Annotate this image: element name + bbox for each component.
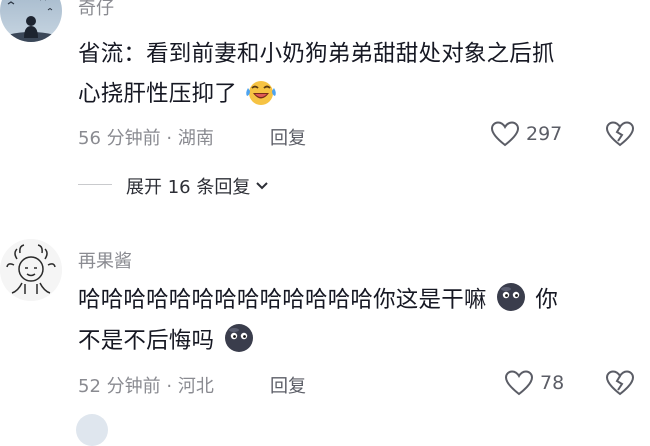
expand-divider xyxy=(78,184,112,185)
expand-replies-button[interactable]: 展开 16 条回复 xyxy=(126,173,270,199)
like-button[interactable] xyxy=(490,120,520,152)
heart-outline-icon xyxy=(504,370,534,396)
comment-username[interactable]: 奇仔 xyxy=(78,0,114,20)
comment-text-line-2-text: 不是不后悔吗 xyxy=(78,328,215,354)
broken-heart-icon xyxy=(605,370,635,396)
dark-blob-face-emoji-icon xyxy=(494,281,528,325)
reply-button[interactable]: 回复 xyxy=(270,372,306,398)
comment-time: 56 分钟前 xyxy=(78,128,161,149)
reply-button[interactable]: 回复 xyxy=(270,124,306,150)
avatar-night-sky-image xyxy=(0,0,62,42)
heart-outline-icon xyxy=(490,121,520,147)
comment-location: 湖南 xyxy=(177,128,214,149)
meta-separator: · xyxy=(166,376,178,397)
comment-location: 河北 xyxy=(177,376,214,397)
user-avatar[interactable] xyxy=(76,414,108,446)
meta-separator: · xyxy=(166,128,178,149)
user-avatar[interactable] xyxy=(0,239,62,301)
comment-text-line-1: 省流：看到前妻和小奶狗弟弟甜甜处对象之后抓 xyxy=(78,41,555,67)
comment-meta: 52 分钟前 · 河北 xyxy=(78,372,214,398)
broken-heart-icon xyxy=(605,121,635,147)
dark-blob-face-emoji-icon xyxy=(222,322,256,366)
avatar-sketch-image xyxy=(0,239,62,301)
expand-replies-label: 展开 16 条回复 xyxy=(126,177,251,198)
comment-username[interactable]: 再果酱 xyxy=(78,247,132,273)
comment-text-line-1-text: 哈哈哈哈哈哈哈哈哈哈哈哈哈你这是干嘛 xyxy=(78,287,487,313)
chevron-down-icon xyxy=(254,177,270,196)
comment-text-line-2: 心挠肝性压抑了 xyxy=(78,76,278,119)
dislike-button[interactable] xyxy=(605,120,635,152)
comment-text-line-2: 不是不后悔吗 xyxy=(78,322,256,366)
comment-text-line-1: 哈哈哈哈哈哈哈哈哈哈哈哈哈你这是干嘛 你 xyxy=(78,281,558,325)
comment-time: 52 分钟前 xyxy=(78,376,161,397)
comment-text-line-2-text: 心挠肝性压抑了 xyxy=(78,81,237,107)
dislike-button[interactable] xyxy=(605,369,635,401)
like-count: 78 xyxy=(540,372,565,394)
comment-text-line-1-tail: 你 xyxy=(535,287,559,313)
user-avatar[interactable] xyxy=(0,0,62,42)
comment-meta: 56 分钟前 · 湖南 xyxy=(78,124,214,150)
laughing-tears-emoji-icon xyxy=(244,77,278,119)
like-count: 297 xyxy=(526,123,563,145)
like-button[interactable] xyxy=(504,369,534,401)
